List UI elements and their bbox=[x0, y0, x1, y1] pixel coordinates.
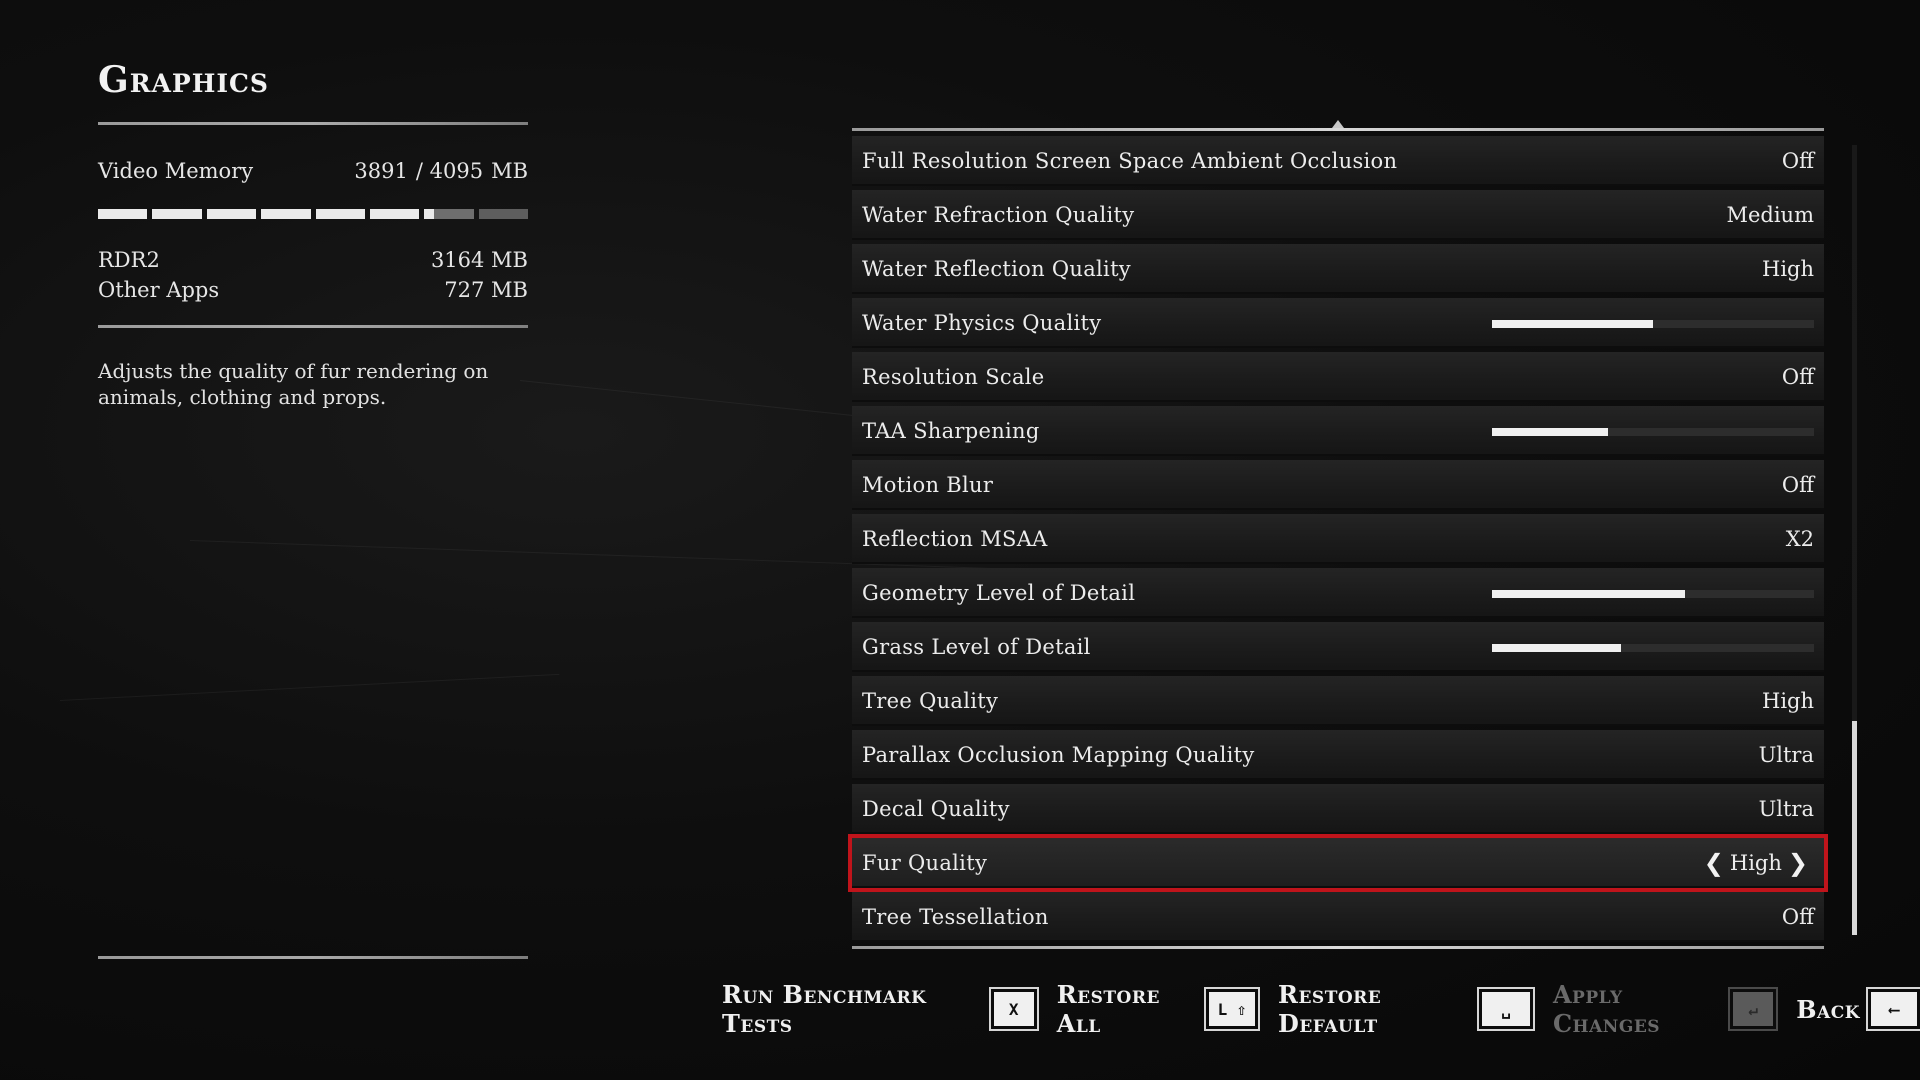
list-top-divider bbox=[852, 128, 1824, 131]
setting-slider[interactable] bbox=[1492, 644, 1814, 652]
slider-fill bbox=[1492, 428, 1608, 436]
scroll-up-indicator-icon[interactable] bbox=[1332, 120, 1344, 128]
setting-label: Parallax Occlusion Mapping Quality bbox=[862, 743, 1255, 767]
setting-slider[interactable] bbox=[1492, 428, 1814, 436]
other-apps-label: Other Apps bbox=[98, 278, 220, 302]
memory-segment bbox=[369, 209, 420, 219]
l-shift-key-icon: L ⇧ bbox=[1206, 989, 1259, 1029]
info-panel: Graphics Video Memory 3891 / 4095 MB RDR… bbox=[98, 56, 528, 430]
divider bbox=[98, 956, 528, 959]
setting-value: Off bbox=[1781, 149, 1814, 173]
chevron-right-icon[interactable]: ❯ bbox=[1782, 849, 1814, 877]
slider-fill bbox=[1492, 590, 1686, 598]
setting-row[interactable]: Fur Quality ❮ High ❯ bbox=[848, 834, 1828, 892]
setting-row[interactable]: TAA Sharpening bbox=[852, 406, 1824, 456]
setting-label: Fur Quality bbox=[862, 851, 988, 875]
setting-value: High bbox=[1729, 851, 1782, 875]
setting-value: Off bbox=[1781, 473, 1814, 497]
setting-value: High bbox=[1762, 689, 1814, 713]
memory-segment bbox=[152, 209, 202, 219]
setting-value: Off bbox=[1781, 905, 1814, 929]
setting-row[interactable]: Grass Level of Detail bbox=[852, 622, 1824, 672]
restore-all-button[interactable]: Restore All L ⇧ bbox=[1057, 980, 1259, 1038]
setting-row[interactable]: Water Physics Quality bbox=[852, 298, 1824, 348]
setting-label: Water Physics Quality bbox=[862, 311, 1102, 335]
setting-label: Tree Tessellation bbox=[862, 905, 1049, 929]
setting-value: Ultra bbox=[1758, 797, 1814, 821]
setting-label: Resolution Scale bbox=[862, 365, 1045, 389]
setting-row[interactable]: Tree Quality High bbox=[852, 676, 1824, 726]
setting-value: Ultra bbox=[1758, 743, 1814, 767]
restore-default-button[interactable]: Restore Default ␣ bbox=[1278, 980, 1533, 1038]
video-memory-row: Video Memory 3891 / 4095 MB bbox=[98, 159, 528, 183]
rdr2-label: RDR2 bbox=[98, 248, 160, 272]
video-memory-label: Video Memory bbox=[98, 159, 254, 183]
setting-value: High bbox=[1762, 257, 1814, 281]
backspace-key-icon: ⟵ bbox=[1868, 989, 1920, 1029]
rdr2-memory-row: RDR2 3164 MB bbox=[98, 245, 528, 275]
scrollbar[interactable] bbox=[1852, 145, 1857, 935]
video-memory-unit: MB bbox=[491, 159, 528, 183]
setting-label: Geometry Level of Detail bbox=[862, 581, 1136, 605]
setting-description: Adjusts the quality of fur rendering on … bbox=[98, 359, 489, 409]
video-memory-bar bbox=[98, 209, 528, 219]
setting-row[interactable]: Water Reflection Quality High bbox=[852, 244, 1824, 294]
setting-label: Reflection MSAA bbox=[862, 527, 1048, 551]
divider bbox=[98, 325, 528, 328]
memory-segment bbox=[261, 209, 311, 219]
setting-row[interactable]: Reflection MSAA X2 bbox=[852, 514, 1824, 564]
setting-row[interactable]: Water Refraction Quality Medium bbox=[852, 190, 1824, 240]
setting-label: Grass Level of Detail bbox=[862, 635, 1091, 659]
back-button[interactable]: Back ⟵ bbox=[1796, 989, 1920, 1029]
x-key-icon: X bbox=[990, 989, 1037, 1029]
scrollbar-thumb[interactable] bbox=[1852, 721, 1857, 935]
setting-label: Tree Quality bbox=[862, 689, 999, 713]
setting-slider[interactable] bbox=[1492, 320, 1814, 328]
setting-row[interactable]: Full Resolution Screen Space Ambient Occ… bbox=[852, 136, 1824, 186]
setting-label: TAA Sharpening bbox=[862, 419, 1040, 443]
other-apps-value: 727 MB bbox=[444, 278, 528, 302]
memory-segment bbox=[315, 209, 365, 219]
chevron-left-icon[interactable]: ❮ bbox=[1698, 849, 1730, 877]
slider-fill bbox=[1492, 320, 1653, 328]
memory-segment bbox=[98, 209, 148, 219]
slider-fill bbox=[1492, 644, 1621, 652]
action-bar: Run Benchmark Tests X Restore All L ⇧ Re… bbox=[722, 980, 1920, 1038]
spacebar-key-icon: ␣ bbox=[1478, 989, 1533, 1029]
graphics-settings-screen: Graphics Video Memory 3891 / 4095 MB RDR… bbox=[0, 0, 1920, 1080]
memory-segment bbox=[206, 209, 257, 219]
setting-label: Water Refraction Quality bbox=[862, 203, 1135, 227]
setting-value: Off bbox=[1781, 365, 1814, 389]
list-bottom-divider bbox=[852, 946, 1824, 949]
setting-row[interactable]: Resolution Scale Off bbox=[852, 352, 1824, 402]
memory-segment bbox=[478, 209, 528, 219]
run-benchmark-button[interactable]: Run Benchmark Tests X bbox=[722, 980, 1037, 1038]
setting-row[interactable]: Tree Tessellation Off bbox=[852, 892, 1824, 942]
enter-key-icon: ↵ bbox=[1730, 989, 1777, 1029]
setting-value: Medium bbox=[1726, 203, 1814, 227]
setting-row[interactable]: Decal Quality Ultra bbox=[852, 784, 1824, 834]
memory-breakdown: RDR2 3164 MB Other Apps 727 MB bbox=[98, 245, 528, 305]
divider bbox=[98, 122, 528, 125]
memory-segment bbox=[424, 209, 474, 219]
setting-row[interactable]: Geometry Level of Detail bbox=[852, 568, 1824, 618]
setting-row[interactable]: Motion Blur Off bbox=[852, 460, 1824, 510]
setting-row[interactable]: Parallax Occlusion Mapping Quality Ultra bbox=[852, 730, 1824, 780]
video-memory-used: 3891 bbox=[354, 159, 408, 183]
setting-label: Full Resolution Screen Space Ambient Occ… bbox=[862, 149, 1398, 173]
rdr2-value: 3164 MB bbox=[430, 248, 528, 272]
value-selector[interactable]: ❮ High ❯ bbox=[1698, 849, 1814, 877]
apply-changes-button[interactable]: Apply Changes ↵ bbox=[1553, 980, 1777, 1038]
page-title: Graphics bbox=[98, 59, 269, 101]
video-memory-total: / 4095 bbox=[415, 159, 484, 183]
setting-label: Water Reflection Quality bbox=[862, 257, 1131, 281]
setting-label: Motion Blur bbox=[862, 473, 994, 497]
other-apps-memory-row: Other Apps 727 MB bbox=[98, 275, 528, 305]
setting-slider[interactable] bbox=[1492, 590, 1814, 598]
setting-label: Decal Quality bbox=[862, 797, 1010, 821]
setting-value: X2 bbox=[1785, 527, 1814, 551]
settings-rows: Full Resolution Screen Space Ambient Occ… bbox=[848, 136, 1828, 946]
